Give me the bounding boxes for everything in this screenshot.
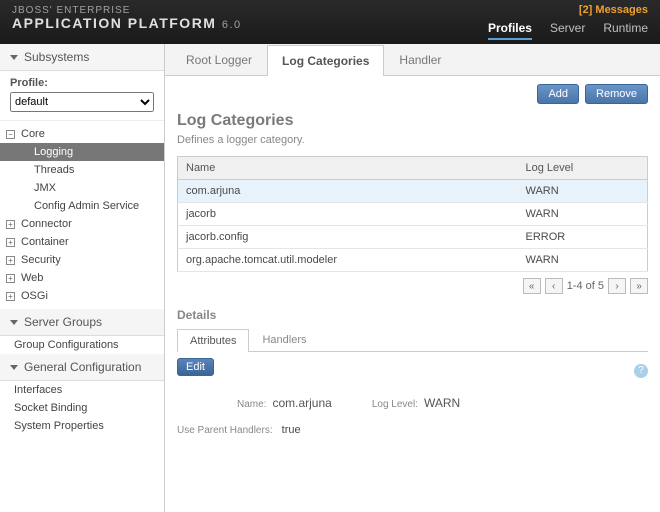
log-categories-table: Name Log Level com.arjunaWARN jacorbWARN…	[177, 156, 648, 272]
subtab-attributes[interactable]: Attributes	[177, 329, 249, 352]
tab-handler[interactable]: Handler	[384, 44, 456, 75]
subtab-handlers[interactable]: Handlers	[249, 328, 319, 351]
subsystems-label: Subsystems	[24, 50, 89, 64]
plus-icon: +	[6, 274, 15, 283]
tab-log-categories[interactable]: Log Categories	[267, 45, 384, 76]
details-heading: Details	[177, 308, 648, 322]
tree-item-socket-binding[interactable]: Socket Binding	[0, 399, 164, 417]
tree-item-security[interactable]: +Security	[0, 251, 164, 269]
main-tabs: Root Logger Log Categories Handler	[165, 44, 660, 76]
server-groups-label: Server Groups	[24, 315, 102, 329]
details-row-parent: Use Parent Handlers: true	[177, 424, 648, 436]
col-name[interactable]: Name	[178, 157, 518, 180]
pager-text: 1-4 of 5	[567, 280, 604, 292]
brand-main-text: APPLICATION PLATFORM	[12, 15, 216, 31]
table-row[interactable]: jacorb.configERROR	[178, 226, 648, 249]
profile-box: Profile: default	[0, 71, 164, 121]
toolbar: Add Remove	[165, 76, 660, 112]
chevron-down-icon	[10, 320, 18, 325]
pager-next-button[interactable]: ›	[608, 278, 626, 294]
tree-item-interfaces[interactable]: Interfaces	[0, 381, 164, 399]
tree-item-osgi[interactable]: +OSGi	[0, 287, 164, 305]
nav-profiles[interactable]: Profiles	[488, 21, 532, 40]
messages-link[interactable]: [2] Messages	[579, 4, 648, 16]
help-icon[interactable]: ?	[634, 364, 648, 378]
top-nav: Profiles Server Runtime	[488, 21, 648, 40]
pager: « ‹ 1-4 of 5 › »	[177, 278, 648, 294]
nav-server[interactable]: Server	[550, 21, 585, 35]
plus-icon: +	[6, 256, 15, 265]
tree-item-web[interactable]: +Web	[0, 269, 164, 287]
tree-item-core[interactable]: −Core	[0, 125, 164, 143]
pager-last-button[interactable]: »	[630, 278, 648, 294]
plus-icon: +	[6, 220, 15, 229]
tree-item-threads[interactable]: Threads	[0, 161, 164, 179]
details-subtabs: Attributes Handlers	[177, 328, 648, 352]
top-bar: [2] Messages JBOSS' ENTERPRISE APPLICATI…	[0, 0, 660, 44]
pager-prev-button[interactable]: ‹	[545, 278, 563, 294]
table-row[interactable]: org.apache.tomcat.util.modelerWARN	[178, 249, 648, 272]
tab-root-logger[interactable]: Root Logger	[171, 44, 267, 75]
tree-item-logging[interactable]: Logging	[0, 143, 164, 161]
chevron-down-icon	[10, 365, 18, 370]
detail-parent-value: true	[282, 424, 301, 436]
chevron-down-icon	[10, 55, 18, 60]
plus-icon: +	[6, 238, 15, 247]
tree-item-connector[interactable]: +Connector	[0, 215, 164, 233]
sidebar: Subsystems Profile: default −Core Loggin…	[0, 44, 165, 512]
main-panel: Root Logger Log Categories Handler Add R…	[165, 44, 660, 512]
tree-item-container[interactable]: +Container	[0, 233, 164, 251]
plus-icon: +	[6, 292, 15, 301]
brand-top: JBOSS' ENTERPRISE	[12, 0, 648, 16]
sidebar-section-server-groups[interactable]: Server Groups	[0, 309, 164, 336]
detail-name-value: com.arjuna	[272, 396, 331, 410]
page-description: Defines a logger category.	[177, 134, 648, 146]
detail-loglevel-value: WARN	[424, 396, 460, 410]
pager-first-button[interactable]: «	[523, 278, 541, 294]
detail-name-label: Name:	[237, 399, 266, 410]
tree-item-system-properties[interactable]: System Properties	[0, 417, 164, 435]
sidebar-section-subsystems[interactable]: Subsystems	[0, 44, 164, 71]
detail-loglevel-label: Log Level:	[372, 399, 418, 410]
page-title: Log Categories	[177, 112, 648, 130]
brand-version: 6.0	[222, 19, 242, 31]
remove-button[interactable]: Remove	[585, 84, 648, 104]
edit-button[interactable]: Edit	[177, 358, 214, 376]
general-config-label: General Configuration	[24, 360, 141, 374]
tree-item-config-admin[interactable]: Config Admin Service	[0, 197, 164, 215]
table-row[interactable]: jacorbWARN	[178, 203, 648, 226]
detail-parent-label: Use Parent Handlers:	[177, 425, 273, 436]
add-button[interactable]: Add	[537, 84, 579, 104]
profile-label: Profile:	[10, 77, 154, 89]
nav-runtime[interactable]: Runtime	[603, 21, 648, 35]
tree-item-group-config[interactable]: Group Configurations	[0, 336, 164, 354]
sidebar-section-general-config[interactable]: General Configuration	[0, 354, 164, 381]
table-row[interactable]: com.arjunaWARN	[178, 180, 648, 203]
profile-select[interactable]: default	[10, 92, 154, 112]
tree-subsystems: −Core Logging Threads JMX Config Admin S…	[0, 121, 164, 309]
col-log-level[interactable]: Log Level	[518, 157, 648, 180]
details-grid: Name: com.arjuna Log Level: WARN	[177, 396, 648, 410]
minus-icon: −	[6, 130, 15, 139]
tree-item-jmx[interactable]: JMX	[0, 179, 164, 197]
